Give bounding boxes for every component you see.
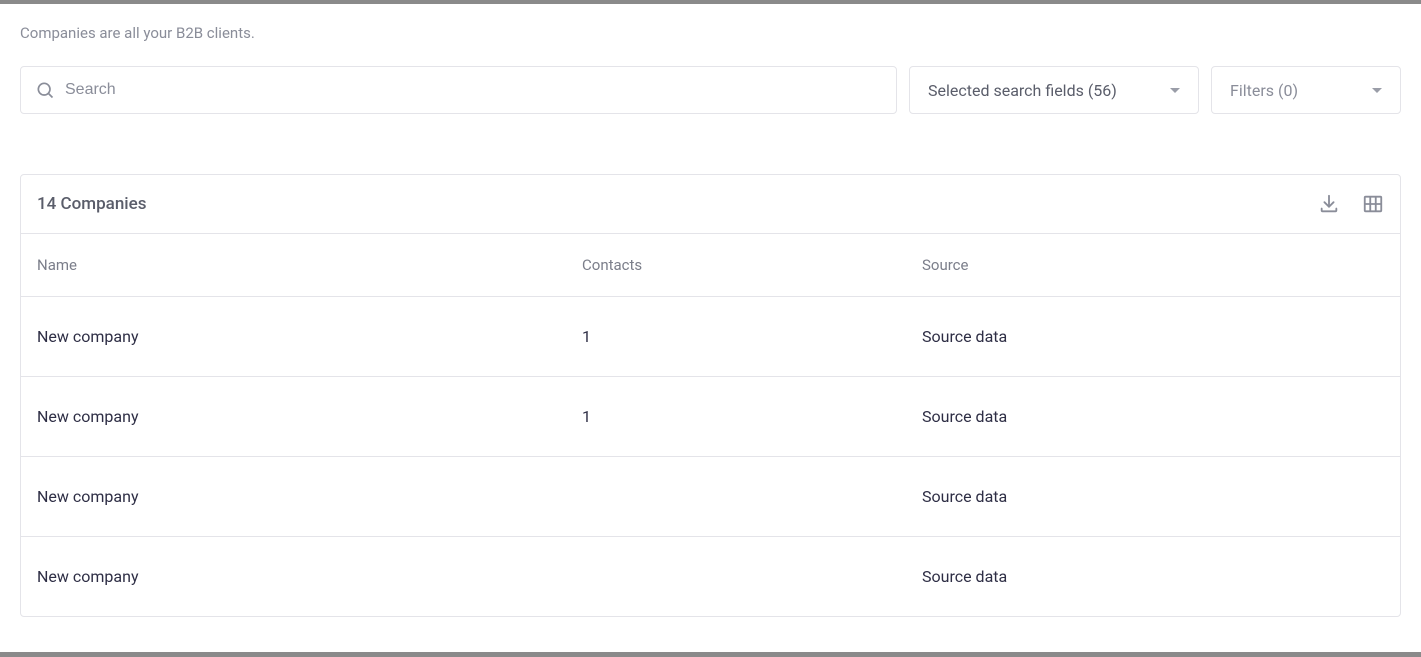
row-source: Source data — [922, 567, 1384, 586]
table-header-actions — [1318, 193, 1384, 215]
filters-dropdown[interactable]: Filters (0) — [1211, 66, 1401, 114]
table-columns-header: Name Contacts Source — [21, 234, 1400, 297]
search-field-wrapper[interactable] — [20, 66, 897, 114]
row-name: New company — [37, 487, 582, 506]
filters-dropdown-label: Filters (0) — [1230, 81, 1298, 100]
top-border — [0, 0, 1421, 4]
table-row[interactable]: New company 1 Source data — [21, 377, 1400, 457]
companies-table-card: 14 Companies — [20, 174, 1401, 617]
row-source: Source data — [922, 487, 1384, 506]
search-fields-dropdown[interactable]: Selected search fields (56) — [909, 66, 1199, 114]
row-contacts: 1 — [582, 327, 922, 346]
column-header-source[interactable]: Source — [922, 256, 1384, 274]
page-description: Companies are all your B2B clients. — [20, 24, 1401, 42]
table-row[interactable]: New company 1 Source data — [21, 297, 1400, 377]
controls-row: Selected search fields (56) Filters (0) — [20, 66, 1401, 114]
column-header-name[interactable]: Name — [37, 256, 582, 274]
row-source: Source data — [922, 327, 1384, 346]
table-row[interactable]: New company Source data — [21, 537, 1400, 616]
table-title: 14 Companies — [37, 194, 146, 214]
table-header: 14 Companies — [21, 175, 1400, 234]
table-row[interactable]: New company Source data — [21, 457, 1400, 537]
chevron-down-icon — [1372, 88, 1382, 93]
grid-columns-icon[interactable] — [1362, 193, 1384, 215]
chevron-down-icon — [1170, 88, 1180, 93]
row-source: Source data — [922, 407, 1384, 426]
row-name: New company — [37, 327, 582, 346]
search-fields-dropdown-label: Selected search fields (56) — [928, 81, 1117, 100]
row-name: New company — [37, 567, 582, 586]
row-contacts: 1 — [582, 407, 922, 426]
page-content: Companies are all your B2B clients. Sele… — [0, 24, 1421, 617]
search-icon — [35, 80, 55, 100]
download-icon[interactable] — [1318, 193, 1340, 215]
bottom-scrollbar[interactable] — [0, 652, 1421, 657]
column-header-contacts[interactable]: Contacts — [582, 256, 922, 274]
search-input[interactable] — [65, 81, 882, 99]
row-name: New company — [37, 407, 582, 426]
